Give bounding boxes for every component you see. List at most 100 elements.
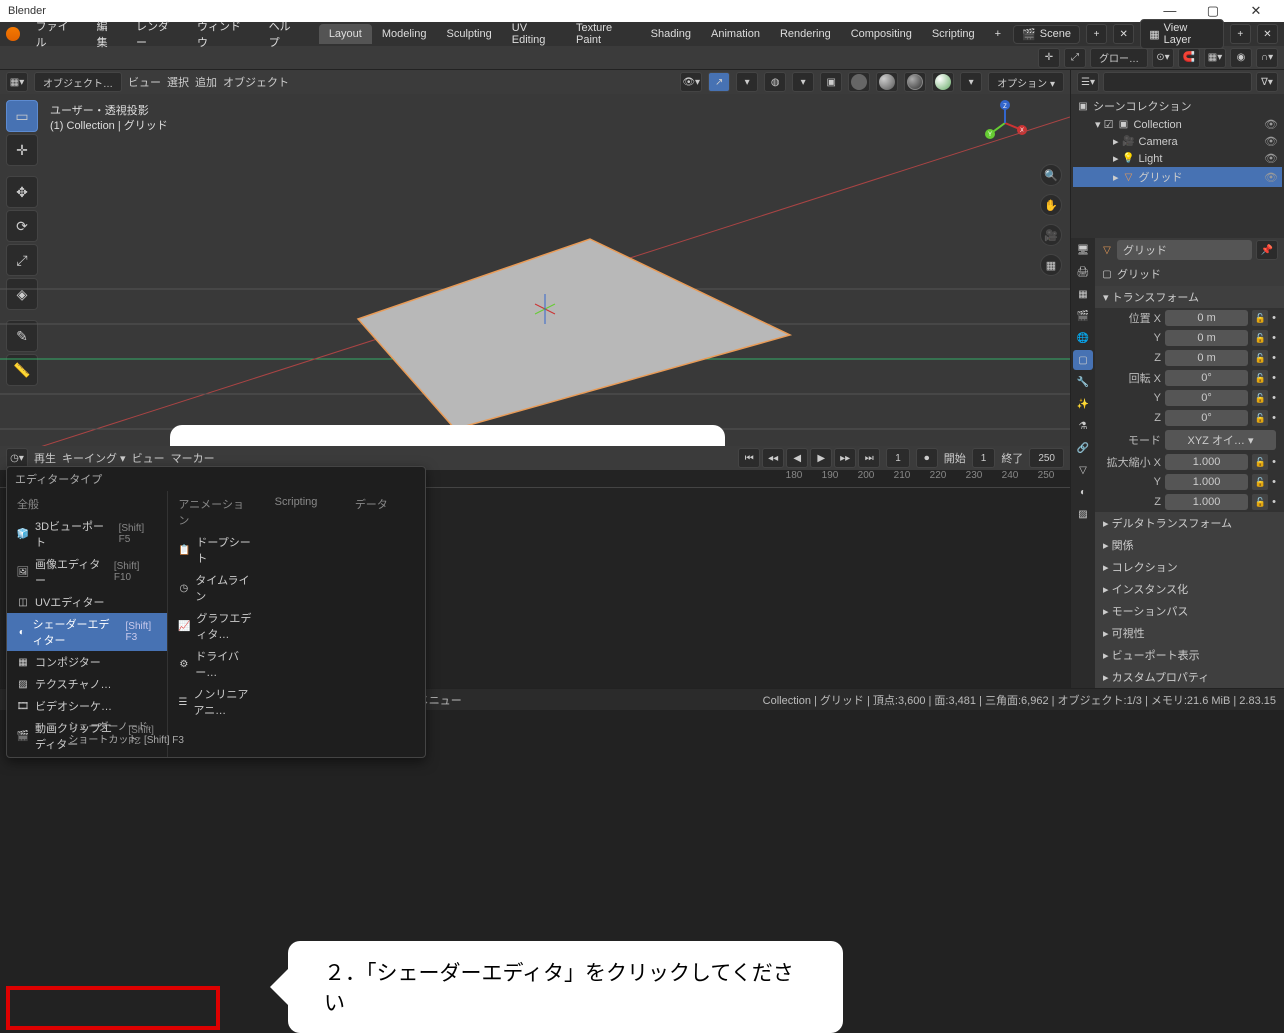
tab-scripting[interactable]: Scripting: [922, 24, 985, 44]
editor-item-uv-editor[interactable]: ◫UVエディター: [7, 591, 167, 613]
outliner-filter-icon[interactable]: ∇▾: [1256, 72, 1278, 92]
timeline-play[interactable]: 再生: [34, 450, 56, 466]
proptab-data[interactable]: ▽: [1073, 460, 1093, 480]
timeline-marker[interactable]: マーカー: [171, 450, 215, 466]
jump-end-icon[interactable]: ⏭: [858, 448, 880, 468]
viewport-3d[interactable]: ▦▾ オブジェクト… ビュー 選択 追加 オブジェクト 👁▾ ↗ ▾ ◍ ▾ ▣…: [0, 70, 1070, 446]
loc-y-field[interactable]: 0 m: [1165, 330, 1248, 346]
loc-x-field[interactable]: 0 m: [1165, 310, 1248, 326]
editor-item-graph[interactable]: 📈グラフエディタ…: [168, 607, 264, 645]
proptab-render[interactable]: 🖥: [1073, 240, 1093, 260]
tab-rendering[interactable]: Rendering: [770, 24, 841, 44]
menu-help[interactable]: ヘルプ: [261, 15, 309, 53]
cursor-icon[interactable]: ✛: [1038, 48, 1060, 68]
proptab-scene[interactable]: 🎬: [1073, 306, 1093, 326]
timeline-view[interactable]: ビュー: [132, 450, 165, 466]
jump-start-icon[interactable]: ⏮: [738, 448, 760, 468]
frame-start[interactable]: 1: [972, 448, 996, 468]
scene-selector[interactable]: 🎬 Scene: [1013, 25, 1080, 44]
visibility-icon[interactable]: 👁: [1264, 118, 1278, 131]
editor-item-compositor[interactable]: ▦コンポジター: [7, 651, 167, 673]
section-collections[interactable]: ▸ コレクション: [1095, 556, 1284, 578]
proptab-object[interactable]: ▢: [1073, 350, 1093, 370]
lock-icon[interactable]: 🔓: [1252, 370, 1268, 386]
outliner-editor-icon[interactable]: ☰▾: [1077, 72, 1099, 92]
loc-z-field[interactable]: 0 m: [1165, 350, 1248, 366]
editor-item-image-editor[interactable]: 🖼画像エディター[Shift] F10: [7, 553, 167, 591]
editor-item-nla[interactable]: ☰ノンリニアアニ…: [168, 683, 264, 721]
play-icon[interactable]: ▶: [810, 448, 832, 468]
shrink-icon[interactable]: ⤢: [1064, 48, 1086, 68]
menu-window[interactable]: ウィンドウ: [189, 15, 259, 53]
proptab-material[interactable]: ◐: [1073, 482, 1093, 502]
rot-z-field[interactable]: 0°: [1165, 410, 1248, 426]
pin-icon[interactable]: 📌: [1256, 240, 1278, 260]
visibility-icon[interactable]: 👁: [1264, 171, 1278, 184]
lock-icon[interactable]: 🔓: [1252, 494, 1268, 510]
scale-x-field[interactable]: 1.000: [1165, 454, 1248, 470]
scene-new-button[interactable]: +: [1086, 24, 1107, 44]
outliner-search[interactable]: [1103, 72, 1252, 92]
section-custom-props[interactable]: ▸ カスタムプロパティ: [1095, 666, 1284, 688]
minimize-button[interactable]: —: [1150, 3, 1190, 18]
lock-icon[interactable]: 🔓: [1252, 350, 1268, 366]
section-relations[interactable]: ▸ 関係: [1095, 534, 1284, 556]
editor-item-video-seq[interactable]: 🎞ビデオシーケ…: [7, 695, 167, 717]
maximize-button[interactable]: ▢: [1193, 3, 1233, 19]
proportional-toggle[interactable]: ◉: [1230, 48, 1252, 68]
rot-mode-field[interactable]: XYZ オイ… ▾: [1165, 430, 1276, 450]
snap-dropdown[interactable]: ▦▾: [1204, 48, 1226, 68]
section-delta-transform[interactable]: ▸ デルタトランスフォーム: [1095, 512, 1284, 534]
lock-icon[interactable]: 🔓: [1252, 454, 1268, 470]
tab-uv-editing[interactable]: UV Editing: [502, 18, 566, 50]
tab-texture-paint[interactable]: Texture Paint: [566, 18, 641, 50]
visibility-icon[interactable]: 👁: [1264, 152, 1278, 165]
tree-item-light[interactable]: ▸ 💡Light👁: [1073, 150, 1282, 167]
proptab-output[interactable]: 🖨: [1073, 262, 1093, 282]
rot-x-field[interactable]: 0°: [1165, 370, 1248, 386]
lock-icon[interactable]: 🔓: [1252, 310, 1268, 326]
section-motion-path[interactable]: ▸ モーションパス: [1095, 600, 1284, 622]
timeline-editor-type-icon[interactable]: ◷▾: [6, 448, 28, 468]
proptab-world[interactable]: 🌐: [1073, 328, 1093, 348]
menu-file[interactable]: ファイル: [28, 15, 87, 53]
tab-compositing[interactable]: Compositing: [841, 24, 922, 44]
editor-item-dopesheet[interactable]: 📋ドープシート: [168, 531, 264, 569]
viewlayer-new-button[interactable]: +: [1230, 24, 1251, 44]
section-visibility[interactable]: ▸ 可視性: [1095, 622, 1284, 644]
proptab-viewlayer[interactable]: ▦: [1073, 284, 1093, 304]
lock-icon[interactable]: 🔓: [1252, 474, 1268, 490]
orientation-global[interactable]: グロー…: [1090, 48, 1148, 68]
tab-modeling[interactable]: Modeling: [372, 24, 437, 44]
frame-end[interactable]: 250: [1029, 448, 1064, 468]
next-key-icon[interactable]: ▸▸: [834, 448, 856, 468]
autokey-icon[interactable]: ⏺: [916, 448, 938, 468]
proptab-physics[interactable]: ⚗: [1073, 416, 1093, 436]
play-reverse-icon[interactable]: ◀: [786, 448, 808, 468]
tree-collection[interactable]: ▾ ☑ ▣Collection👁: [1073, 116, 1282, 133]
proptab-constraint[interactable]: 🔗: [1073, 438, 1093, 458]
lock-icon[interactable]: 🔓: [1252, 390, 1268, 406]
editor-item-texture-node[interactable]: ▨テクスチャノ…: [7, 673, 167, 695]
frame-current[interactable]: 1: [886, 448, 910, 468]
editor-item-shader-editor[interactable]: ◐シェーダーエディター[Shift] F3: [7, 613, 167, 651]
pivot-dropdown[interactable]: ⊙▾: [1152, 48, 1174, 68]
tree-scene-collection[interactable]: ▣シーンコレクション: [1073, 96, 1282, 116]
tab-sculpting[interactable]: Sculpting: [436, 24, 501, 44]
close-button[interactable]: ✕: [1236, 3, 1276, 19]
menu-edit[interactable]: 編集: [89, 15, 126, 53]
prev-key-icon[interactable]: ◂◂: [762, 448, 784, 468]
proptab-particle[interactable]: ✨: [1073, 394, 1093, 414]
tab-animation[interactable]: Animation: [701, 24, 770, 44]
snap-toggle[interactable]: 🧲: [1178, 48, 1200, 68]
scale-z-field[interactable]: 1.000: [1165, 494, 1248, 510]
section-instancing[interactable]: ▸ インスタンス化: [1095, 578, 1284, 600]
editor-item-drivers[interactable]: ⚙ドライバー…: [168, 645, 264, 683]
rot-y-field[interactable]: 0°: [1165, 390, 1248, 406]
menu-render[interactable]: レンダー: [128, 15, 187, 53]
tab-shading[interactable]: Shading: [641, 24, 701, 44]
timeline-keying[interactable]: キーイング ▾: [62, 450, 126, 466]
visibility-icon[interactable]: 👁: [1264, 135, 1278, 148]
editor-item-3d-viewport[interactable]: 🧊3Dビューポート[Shift] F5: [7, 515, 167, 553]
scale-y-field[interactable]: 1.000: [1165, 474, 1248, 490]
